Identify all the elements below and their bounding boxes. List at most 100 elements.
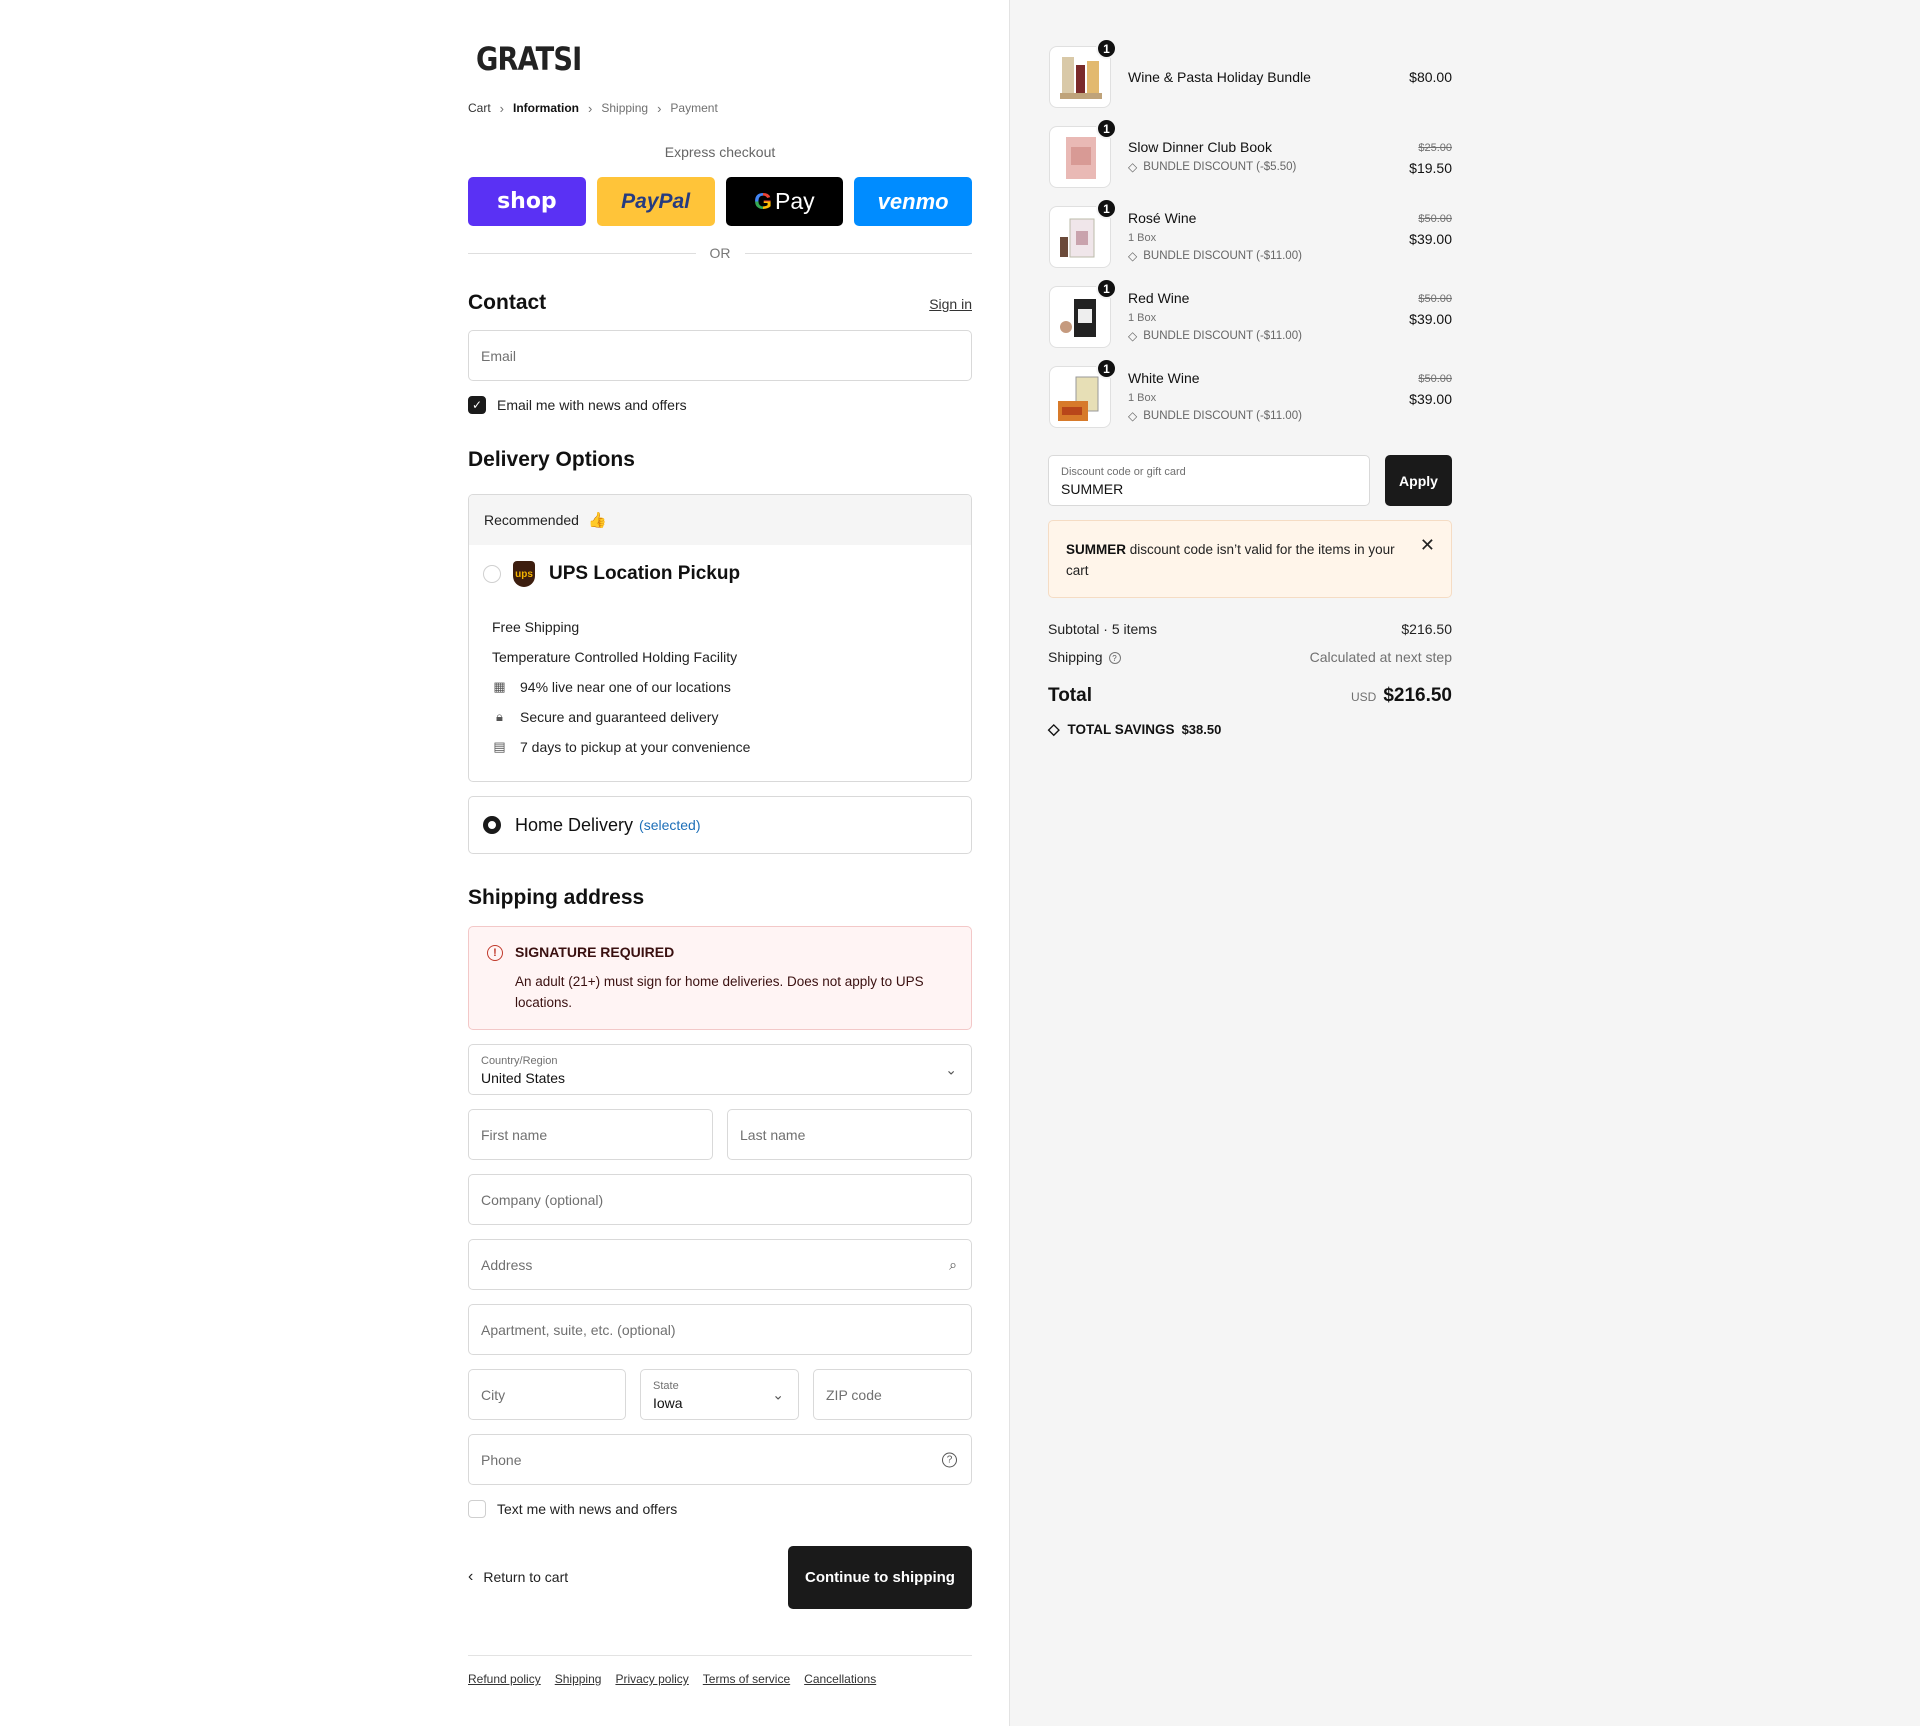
thumbs-up-icon: 👍 — [587, 512, 607, 529]
feature-secure: 🔒︎ Secure and guaranteed delivery — [492, 709, 718, 725]
cancellations-link[interactable]: Cancellations — [804, 1672, 876, 1686]
home-delivery-option[interactable]: Home Delivery (selected) — [468, 796, 972, 854]
discount-code-label: Discount code or gift card — [1061, 466, 1186, 478]
shipping-policy-link[interactable]: Shipping — [555, 1672, 602, 1686]
ups-option-row[interactable]: ups UPS Location Pickup — [483, 561, 740, 587]
text-news-checkbox[interactable]: Text me with news and offers — [468, 1500, 677, 1518]
item-name: Rosé Wine — [1128, 210, 1197, 226]
item-discount: ◇ BUNDLE DISCOUNT (-$11.00) — [1128, 329, 1302, 343]
item-variant: 1 Box — [1128, 392, 1157, 404]
company-placeholder: Company (optional) — [481, 1191, 604, 1208]
venmo-button[interactable]: venmo — [854, 177, 972, 226]
email-field[interactable]: Email — [468, 330, 972, 381]
shipping-label-wrap: Shipping? — [1048, 649, 1121, 665]
item-price: $39.00 — [1409, 391, 1452, 407]
discount-text: BUNDLE DISCOUNT (-$11.00) — [1143, 250, 1302, 262]
country-select[interactable]: Country/Region United States ⌄ — [468, 1044, 972, 1095]
google-pay-button[interactable]: G Pay — [725, 177, 844, 226]
phone-placeholder: Phone — [481, 1451, 522, 1468]
tag-icon: ◇ — [1128, 249, 1138, 263]
help-circle-icon[interactable]: ? — [1108, 652, 1121, 665]
shipping-row: Shipping? Calculated at next step — [1048, 649, 1452, 665]
phone-field[interactable]: Phone ? — [468, 1434, 972, 1485]
return-to-cart-link[interactable]: ‹ Return to cart — [468, 1568, 568, 1586]
checkmark-icon[interactable]: ✓ — [468, 396, 486, 414]
close-icon[interactable]: ✕ — [1420, 535, 1435, 556]
company-field[interactable]: Company (optional) — [468, 1174, 972, 1225]
city-field[interactable]: City — [468, 1369, 626, 1420]
state-label: State — [653, 1380, 679, 1392]
address-placeholder: Address — [481, 1256, 533, 1273]
discount-code-input[interactable]: Discount code or gift card SUMMER — [1048, 455, 1370, 506]
total-amount: USD $216.50 — [1351, 685, 1452, 707]
paypal-button[interactable]: PayPal — [596, 177, 715, 226]
item-price: $39.00 — [1409, 231, 1452, 247]
divider-line — [744, 252, 972, 254]
shop-pay-label: shop — [497, 189, 557, 214]
search-icon: ⌕ — [949, 1256, 957, 1272]
text-news-label: Text me with news and offers — [497, 1501, 678, 1517]
state-select[interactable]: State Iowa ⌄ — [640, 1369, 799, 1420]
apartment-field[interactable]: Apartment, suite, etc. (optional) — [468, 1304, 972, 1355]
help-circle-icon[interactable]: ? — [942, 1452, 957, 1467]
sign-in-link[interactable]: Sign in — [929, 296, 972, 312]
subtotal-value: $216.50 — [1401, 621, 1452, 637]
last-name-field[interactable]: Last name — [727, 1109, 972, 1160]
discount-error-banner: SUMMER discount code isn’t valid for the… — [1048, 520, 1452, 598]
first-name-field[interactable]: First name — [468, 1109, 713, 1160]
item-original-price: $25.00 — [1418, 142, 1452, 154]
email-news-checkbox[interactable]: ✓ Email me with news and offers — [468, 396, 687, 414]
email-news-label: Email me with news and offers — [497, 397, 687, 413]
item-discount: ◇ BUNDLE DISCOUNT (-$11.00) — [1128, 409, 1302, 423]
subtotal-label: Subtotal · 5 items — [1048, 621, 1157, 637]
cart-item: 1 White Wine 1 Box ◇ BUNDLE DISCOUNT (-$1… — [1049, 358, 1452, 430]
shop-pay-button[interactable]: shop — [468, 177, 586, 226]
ups-radio[interactable] — [483, 565, 501, 583]
subtotal-row: Subtotal · 5 items $216.50 — [1048, 621, 1452, 637]
shipping-address-heading: Shipping address — [468, 886, 645, 909]
country-value: United States — [481, 1070, 566, 1086]
ups-logo-icon: ups — [513, 561, 535, 587]
tag-icon: ◇ — [1048, 721, 1060, 738]
tag-icon: ◇ — [1128, 329, 1138, 343]
currency-code: USD — [1350, 690, 1377, 704]
chevron-right-icon: › — [588, 100, 593, 116]
feature-pickup-days: ▤ 7 days to pickup at your convenience — [492, 739, 750, 755]
chevron-right-icon: › — [657, 100, 662, 116]
item-price: $80.00 — [1409, 69, 1452, 85]
item-variant: 1 Box — [1128, 312, 1157, 324]
alert-circle-icon: ! — [487, 945, 503, 961]
zip-placeholder: ZIP code — [826, 1386, 882, 1403]
feature-text: Secure and guaranteed delivery — [520, 709, 719, 725]
breadcrumb-information: Information — [513, 101, 580, 115]
brand-logo[interactable]: GRATSI — [476, 40, 582, 78]
home-delivery-radio[interactable] — [483, 816, 501, 834]
ups-option-title: UPS Location Pickup — [549, 563, 741, 584]
address-field[interactable]: Address ⌕ — [468, 1239, 972, 1290]
tag-icon: ◇ — [1128, 409, 1138, 423]
apply-discount-button[interactable]: Apply — [1385, 455, 1452, 506]
signature-required-alert: ! SIGNATURE REQUIRED An adult (21+) must… — [468, 926, 972, 1030]
refund-policy-link[interactable]: Refund policy — [468, 1672, 541, 1686]
feature-free-shipping: Free Shipping — [492, 619, 579, 635]
item-original-price: $50.00 — [1418, 213, 1452, 225]
terms-of-service-link[interactable]: Terms of service — [703, 1672, 790, 1686]
quantity-badge: 1 — [1096, 358, 1117, 379]
first-name-placeholder: First name — [481, 1126, 548, 1143]
shipping-value: Calculated at next step — [1309, 649, 1452, 665]
checkbox-box[interactable] — [468, 1500, 486, 1518]
or-divider: OR — [468, 245, 972, 261]
continue-to-shipping-button[interactable]: Continue to shipping — [788, 1546, 972, 1609]
breadcrumb-cart[interactable]: Cart — [468, 101, 491, 115]
recommended-label: Recommended — [484, 512, 579, 528]
item-discount: ◇ BUNDLE DISCOUNT (-$5.50) — [1128, 160, 1296, 174]
privacy-policy-link[interactable]: Privacy policy — [615, 1672, 688, 1686]
delivery-options-heading: Delivery Options — [468, 448, 635, 471]
email-placeholder: Email — [481, 347, 517, 364]
ups-pickup-option[interactable]: Recommended 👍 ups UPS Location Pickup Fr… — [468, 494, 972, 782]
discount-code-value: SUMMER — [1061, 481, 1124, 497]
zip-field[interactable]: ZIP code — [813, 1369, 972, 1420]
quantity-badge: 1 — [1096, 198, 1117, 219]
savings-value: $38.50 — [1181, 721, 1222, 737]
paypal-label: PayPal — [621, 189, 691, 213]
